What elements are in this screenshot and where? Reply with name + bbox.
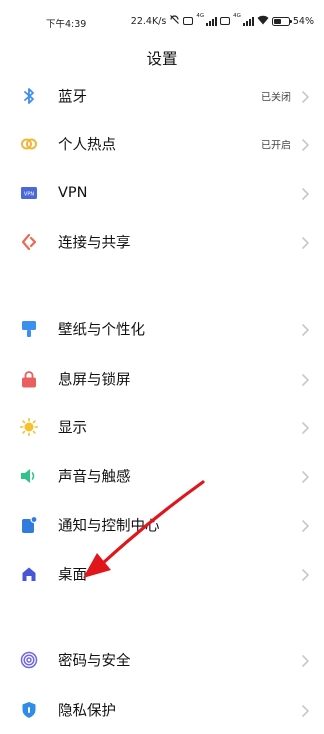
chevron-right-icon [300, 420, 310, 434]
settings-item-label: 蓝牙 [58, 89, 87, 106]
svg-text:VPN: VPN [24, 191, 34, 197]
notification-icon [20, 516, 38, 534]
settings-item-connection-sharing[interactable]: 连接与共享 [0, 218, 324, 266]
settings-item-wallpaper[interactable]: 壁纸与个性化 [0, 305, 324, 353]
chevron-right-icon [300, 322, 310, 336]
settings-list: 蓝牙 已关闭个人热点 已开启 VPN VPN 连接与共享壁纸与个性化 息屏与锁屏显示声音与触… [0, 0, 324, 720]
chevron-right-icon [300, 567, 310, 581]
hotspot-icon [20, 135, 38, 153]
connection-sharing-icon [20, 233, 38, 251]
chevron-right-icon [300, 653, 310, 667]
chevron-right-icon [300, 372, 310, 386]
settings-item-lockscreen[interactable]: 息屏与锁屏 [0, 355, 324, 403]
settings-item-label: 桌面 [58, 567, 87, 584]
settings-item-privacy[interactable]: 隐私保护 [0, 686, 324, 734]
settings-item-desktop[interactable]: 桌面 [0, 550, 324, 598]
settings-item-sound[interactable]: 声音与触感 [0, 452, 324, 500]
wallpaper-icon [20, 320, 38, 338]
settings-item-label: 通知与控制中心 [58, 518, 160, 535]
chevron-right-icon [300, 518, 310, 532]
settings-item-password-security[interactable]: 密码与安全 [0, 636, 324, 684]
home-icon [20, 565, 38, 583]
chevron-right-icon [300, 137, 310, 151]
lock-icon [20, 370, 38, 388]
settings-item-label: 壁纸与个性化 [58, 322, 145, 339]
bluetooth-icon [20, 87, 38, 105]
settings-item-vpn[interactable]: VPN VPN [0, 169, 324, 217]
chevron-right-icon [300, 186, 310, 200]
settings-item-status: 已开启 [261, 140, 291, 152]
vpn-icon: VPN [20, 184, 38, 202]
chevron-right-icon [300, 89, 310, 103]
sun-icon [20, 418, 38, 436]
settings-item-label: 个人热点 [58, 137, 116, 154]
chevron-right-icon [300, 469, 310, 483]
chevron-right-icon [300, 703, 310, 717]
settings-item-label: 连接与共享 [58, 235, 131, 252]
settings-item-label: 密码与安全 [58, 653, 131, 670]
settings-item-label: 隐私保护 [58, 703, 116, 720]
privacy-icon [20, 701, 38, 719]
settings-item-label: 息屏与锁屏 [58, 372, 131, 389]
speaker-icon [20, 467, 38, 485]
settings-item-label: 显示 [58, 420, 87, 437]
settings-item-display[interactable]: 显示 [0, 403, 324, 451]
settings-item-hotspot[interactable]: 个人热点 已开启 [0, 120, 324, 168]
settings-item-status: 已关闭 [261, 92, 291, 104]
settings-item-bluetooth[interactable]: 蓝牙 已关闭 [0, 72, 324, 120]
fingerprint-icon [20, 651, 38, 669]
settings-item-notification[interactable]: 通知与控制中心 [0, 501, 324, 549]
chevron-right-icon [300, 235, 310, 249]
settings-item-label: VPN [58, 185, 88, 201]
settings-item-label: 声音与触感 [58, 469, 131, 486]
